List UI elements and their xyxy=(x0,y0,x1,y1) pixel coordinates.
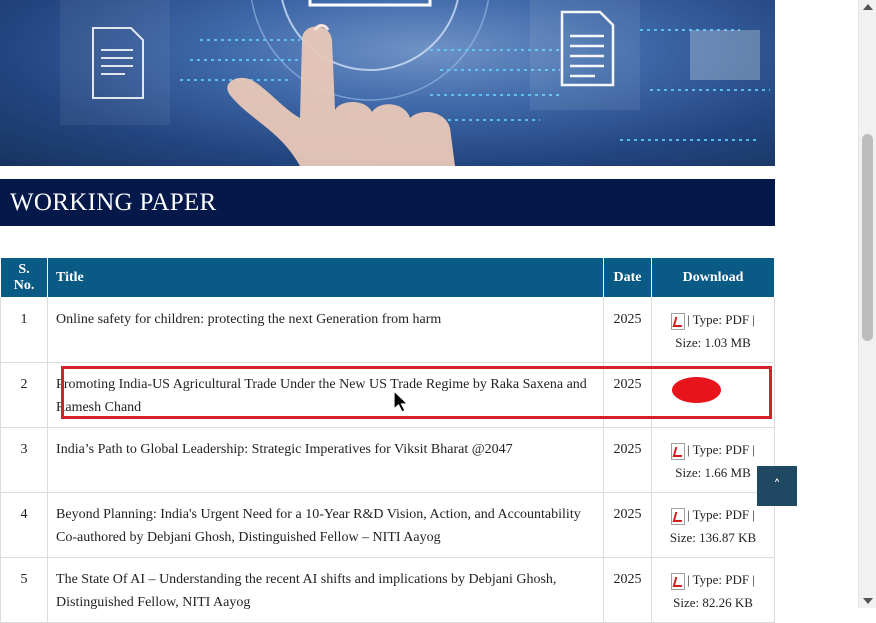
working-papers-table: S. No. Title Date Download 1 Online safe… xyxy=(0,257,775,623)
row-sno: 2 xyxy=(0,362,49,428)
table-row: 4 Beyond Planning: India's Urgent Need f… xyxy=(0,492,775,558)
section-header: WORKING PAPER xyxy=(0,179,775,226)
section-title: WORKING PAPER xyxy=(10,188,217,216)
pdf-icon[interactable] xyxy=(671,507,686,525)
row-title-link[interactable]: Promoting India-US Agricultural Trade Un… xyxy=(47,362,604,428)
row-sno: 1 xyxy=(0,297,49,363)
row-date: 2025 xyxy=(602,557,653,623)
download-info: | Type: PDF | Size: 1.03 MB xyxy=(675,312,755,350)
table-row: 2 Promoting India-US Agricultural Trade … xyxy=(0,362,775,428)
scrollbar-thumb[interactable] xyxy=(862,134,873,341)
pdf-icon[interactable] xyxy=(671,572,686,590)
scroll-down-arrow-icon[interactable] xyxy=(863,598,873,604)
table-row: 1 Online safety for children: protecting… xyxy=(0,297,775,363)
pdf-icon[interactable] xyxy=(671,442,686,460)
vertical-scrollbar[interactable] xyxy=(858,0,876,608)
table-header-row: S. No. Title Date Download xyxy=(0,257,775,298)
download-info: | Type: PDF | Size: 82.26 KB xyxy=(673,572,755,610)
row-sno: 3 xyxy=(0,427,49,493)
row-sno: 4 xyxy=(0,492,49,558)
row-title-link[interactable]: Beyond Planning: India's Urgent Need for… xyxy=(47,492,604,558)
header-download: Download xyxy=(651,257,775,298)
row-sno: 5 xyxy=(0,557,49,623)
chevron-up-icon: ˄ xyxy=(773,478,781,494)
mouse-cursor-icon xyxy=(393,390,409,413)
row-date: 2025 xyxy=(602,427,653,493)
row-title-link[interactable]: India’s Path to Global Leadership: Strat… xyxy=(47,427,604,493)
hero-illustration xyxy=(60,0,770,166)
download-info: | Type: PDF | Size: 1.66 MB xyxy=(675,442,755,480)
back-to-top-button[interactable]: ˄ xyxy=(757,466,797,506)
download-cell[interactable]: | Type: PDF | Size: 82.26 KB xyxy=(651,557,775,623)
row-date: 2025 xyxy=(602,297,653,363)
row-date: 2025 xyxy=(602,362,653,428)
download-cell[interactable]: | Type: PDF | Size: 1.03 MB xyxy=(651,297,775,363)
redaction-mark xyxy=(672,377,721,403)
hero-banner xyxy=(0,0,775,166)
header-date: Date xyxy=(602,257,653,298)
table-row: 3 India’s Path to Global Leadership: Str… xyxy=(0,427,775,493)
row-title-link[interactable]: Online safety for children: protecting t… xyxy=(47,297,604,363)
row-date: 2025 xyxy=(602,492,653,558)
header-title: Title xyxy=(47,257,604,298)
pdf-icon[interactable] xyxy=(671,312,686,330)
header-sno: S. No. xyxy=(0,257,49,298)
row-title-link[interactable]: The State Of AI – Understanding the rece… xyxy=(47,557,604,623)
scroll-up-arrow-icon[interactable] xyxy=(863,4,873,10)
table-row: 5 The State Of AI – Understanding the re… xyxy=(0,557,775,623)
